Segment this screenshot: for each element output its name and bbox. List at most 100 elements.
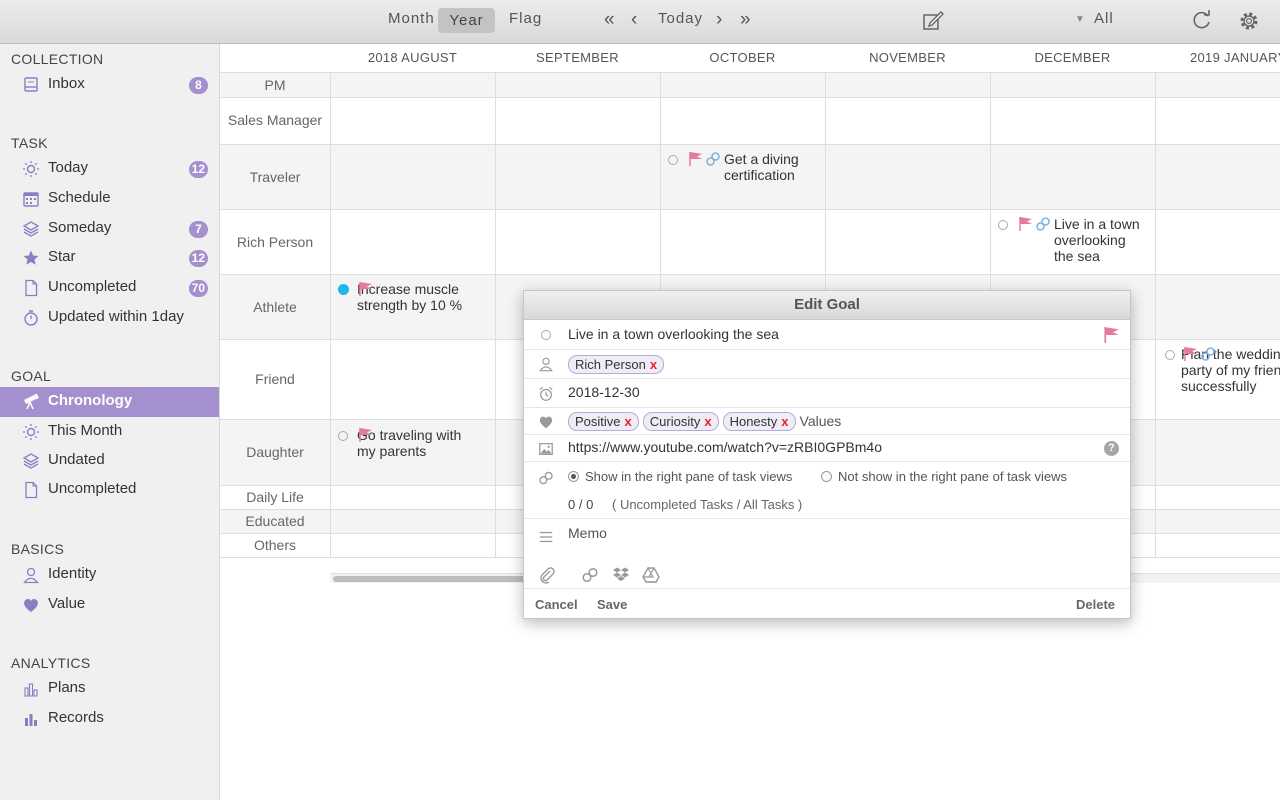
dialog-title: Edit Goal [524, 291, 1130, 320]
sidebar-item-schedule[interactable]: Schedule [0, 184, 219, 214]
sidebar-item-chronology[interactable]: Chronology [0, 387, 219, 417]
sidebar-item-inbox[interactable]: Inbox 8 [0, 70, 219, 100]
today-button[interactable]: Today [658, 10, 703, 27]
left-arrow-icon[interactable]: ‹ [631, 9, 637, 31]
delete-button[interactable]: Delete [1076, 597, 1115, 612]
bar-chart-outline-icon [24, 683, 38, 697]
alarm-clock-icon [539, 386, 553, 401]
flag-icon[interactable] [1103, 326, 1121, 344]
right-arrow-icon[interactable]: › [716, 9, 722, 31]
flag-icon [689, 152, 702, 166]
chip-label: Curiosity [649, 414, 701, 429]
values-input[interactable]: Values [800, 413, 842, 429]
grid-line [330, 72, 331, 558]
sidebar-item-value[interactable]: Value [0, 590, 219, 620]
flag-icon [1184, 347, 1197, 361]
count-badge: 12 [188, 250, 208, 267]
remove-chip-icon[interactable]: x [625, 414, 632, 429]
refresh-icon[interactable] [1189, 8, 1215, 34]
year-view-button[interactable]: Year [438, 8, 495, 33]
horizontal-scrollbar-thumb[interactable] [333, 576, 533, 582]
completion-circle[interactable] [668, 155, 678, 165]
count-badge: 70 [188, 280, 208, 297]
value-chip-positive[interactable]: Positive x [568, 412, 639, 431]
identity-chips: Rich Person x [568, 355, 668, 374]
identity-chip[interactable]: Rich Person x [568, 355, 665, 374]
sidebar-item-star[interactable]: Star 12 [0, 243, 219, 273]
goal-card-muscle[interactable]: Increase muscle strength by 10 % [338, 281, 488, 313]
date-field[interactable]: 2018-12-30 [568, 384, 640, 400]
completion-circle[interactable] [541, 330, 551, 340]
remove-chip-icon[interactable]: x [650, 357, 657, 372]
sidebar-item-uncompleted[interactable]: Uncompleted 70 [0, 273, 219, 303]
sidebar-item-identity[interactable]: Identity [0, 560, 219, 590]
flag-view-button[interactable]: Flag [509, 10, 542, 27]
count-badge: 8 [189, 77, 208, 94]
calendar-icon [23, 192, 39, 207]
compose-icon[interactable] [920, 8, 946, 34]
cancel-button[interactable]: Cancel [535, 597, 578, 612]
month-view-button[interactable]: Month [388, 10, 435, 27]
grid-line [220, 72, 1280, 73]
row-label-athlete: Athlete [253, 298, 297, 315]
row-label-others: Others [253, 537, 296, 553]
remove-chip-icon[interactable]: x [704, 414, 711, 429]
values-row: Positive x Curiosity x Honesty x Values [524, 408, 1130, 435]
row-label-sales-manager: Sales Manager [227, 112, 323, 128]
goal-card-diving[interactable]: Get a diving certification [668, 151, 818, 183]
identity-row: Rich Person x [524, 350, 1130, 379]
sidebar-item-updated-within-1day[interactable]: Updated within 1day [0, 303, 219, 333]
sidebar-item-label: Records [48, 709, 104, 726]
dropbox-icon[interactable] [612, 566, 630, 584]
count-badge: 12 [188, 161, 208, 178]
sidebar-item-records[interactable]: Records [0, 704, 219, 734]
heart-icon [24, 599, 38, 612]
goal-card-traveling[interactable]: Go traveling with my parents [338, 427, 488, 459]
flag-icon [359, 428, 372, 442]
sidebar-item-someday[interactable]: Someday 7 [0, 214, 219, 244]
remove-chip-icon[interactable]: x [781, 414, 788, 429]
radio-label: Show in the right pane of task views [585, 469, 793, 484]
row-band [220, 73, 1280, 97]
sidebar-item-this-month[interactable]: This Month [0, 417, 219, 447]
paperclip-icon[interactable] [538, 566, 556, 584]
goal-card-town[interactable]: Live in a town overlooking the sea [998, 216, 1148, 264]
link-icon[interactable] [581, 566, 599, 584]
filter-triangle-icon[interactable]: ▼ [1075, 14, 1085, 25]
goal-card-wedding[interactable]: Plan the wedding party of my friend succ… [1163, 346, 1280, 394]
sun-icon [23, 424, 39, 440]
save-button[interactable]: Save [597, 597, 627, 612]
gear-icon[interactable] [1236, 8, 1262, 34]
section-header-goal: GOAL [11, 368, 52, 384]
memo-row: Memo [524, 519, 1130, 561]
completion-circle[interactable] [998, 220, 1008, 230]
goal-title-row: Live in a town overlooking the sea [524, 320, 1130, 350]
sidebar-item-undated[interactable]: Undated [0, 446, 219, 476]
goal-title: Plan the wedding party of my friend succ… [1181, 346, 1280, 394]
google-drive-icon[interactable] [642, 566, 660, 584]
sidebar: COLLECTION Inbox 8 TASK Today 12 Schedul… [0, 44, 220, 800]
show-right-pane-radio[interactable]: Show in the right pane of task views [568, 469, 792, 484]
help-icon[interactable]: ? [1104, 441, 1119, 456]
sidebar-item-today[interactable]: Today 12 [0, 154, 219, 184]
double-right-arrow-icon[interactable]: » [740, 9, 751, 31]
value-chip-curiosity[interactable]: Curiosity x [642, 412, 719, 431]
memo-field[interactable]: Memo [568, 525, 607, 541]
completion-circle[interactable] [1165, 350, 1175, 360]
toolbar: Month Year Flag « ‹ Today › » ▼ All [0, 0, 1280, 44]
not-show-right-pane-radio[interactable]: Not show in the right pane of task views [821, 469, 1067, 484]
value-chip-honesty[interactable]: Honesty x [722, 412, 796, 431]
row-label-daily-life: Daily Life [246, 489, 304, 505]
sidebar-item-plans[interactable]: Plans [0, 674, 219, 704]
goal-title-field[interactable]: Live in a town overlooking the sea [568, 326, 779, 342]
sidebar-item-label: Plans [48, 679, 86, 696]
filter-all-button[interactable]: All [1094, 10, 1114, 27]
url-field[interactable]: https://www.youtube.com/watch?v=zRBI0GPB… [568, 439, 882, 455]
stopwatch-icon [24, 310, 38, 326]
completion-circle[interactable] [338, 431, 348, 441]
double-left-arrow-icon[interactable]: « [604, 9, 615, 31]
sidebar-item-label: This Month [48, 422, 123, 439]
layers-icon [22, 453, 40, 469]
month-header-nov: NOVEMBER [869, 50, 946, 65]
sidebar-item-goal-uncompleted[interactable]: Uncompleted [0, 475, 219, 505]
